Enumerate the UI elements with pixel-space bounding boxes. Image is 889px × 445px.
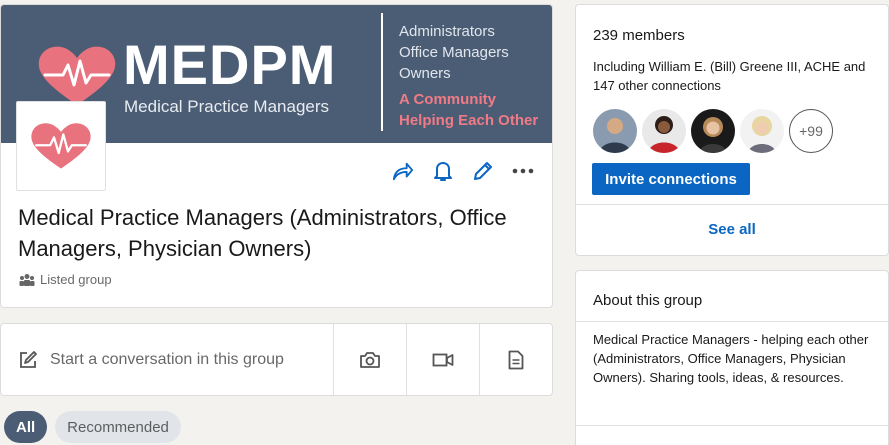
members-card: 239 members Including William E. (Bill) … bbox=[575, 4, 889, 256]
more-options-button[interactable] bbox=[512, 160, 534, 182]
group-type-label: Listed group bbox=[40, 272, 112, 287]
divider bbox=[576, 321, 888, 322]
people-icon bbox=[19, 273, 35, 286]
member-avatars: +99 bbox=[593, 109, 833, 153]
member-photo-icon bbox=[593, 109, 637, 153]
document-icon bbox=[508, 350, 524, 369]
about-description: Medical Practice Managers - helping each… bbox=[593, 332, 869, 385]
avatar[interactable] bbox=[642, 109, 686, 153]
members-count: 239 members bbox=[593, 27, 685, 44]
video-icon bbox=[432, 353, 454, 366]
filter-recommended-pill[interactable]: Recommended bbox=[55, 411, 181, 443]
group-type: Listed group bbox=[19, 272, 112, 287]
banner-role: Owners bbox=[399, 65, 451, 82]
about-title: About this group bbox=[593, 292, 703, 309]
conversation-card: Start a conversation in this group bbox=[0, 323, 553, 396]
avatar[interactable] bbox=[740, 109, 784, 153]
avatar[interactable] bbox=[691, 109, 735, 153]
see-all-members-link[interactable]: See all bbox=[576, 221, 888, 238]
member-photo-icon bbox=[642, 109, 686, 153]
banner-tagline-line: Helping Each Other bbox=[399, 112, 539, 129]
avatar[interactable] bbox=[593, 109, 637, 153]
group-logo bbox=[16, 101, 106, 191]
divider bbox=[576, 425, 888, 426]
add-document-button[interactable] bbox=[479, 324, 552, 395]
notifications-button[interactable] bbox=[432, 160, 454, 182]
about-card: About this group Medical Practice Manage… bbox=[575, 270, 889, 445]
banner-roles: Administrators Office Managers Owners bbox=[399, 21, 509, 84]
add-video-button[interactable] bbox=[406, 324, 479, 395]
group-name: Medical Practice Managers (Administrator… bbox=[18, 205, 507, 261]
banner-tagline-line: A Community bbox=[399, 91, 496, 108]
member-photo-icon bbox=[691, 109, 735, 153]
add-photo-button[interactable] bbox=[333, 324, 406, 395]
group-actions bbox=[392, 160, 534, 182]
edit-group-button[interactable] bbox=[472, 160, 494, 182]
feed-filters: All Recommended bbox=[4, 411, 181, 443]
compose-icon bbox=[20, 350, 37, 368]
group-header-card: MEDPM Medical Practice Managers Administ… bbox=[0, 4, 553, 308]
banner-subtitle: Medical Practice Managers bbox=[124, 97, 330, 116]
start-conversation-button[interactable]: Start a conversation in this group bbox=[1, 324, 333, 395]
banner-divider bbox=[381, 13, 383, 131]
start-conversation-label: Start a conversation in this group bbox=[50, 350, 284, 368]
divider bbox=[576, 204, 888, 205]
more-members-badge[interactable]: +99 bbox=[789, 109, 833, 153]
heart-logo-icon bbox=[31, 123, 91, 169]
member-photo-icon bbox=[740, 109, 784, 153]
heart-logo-icon bbox=[38, 46, 116, 105]
banner-tagline: A Community Helping Each Other bbox=[399, 89, 538, 131]
bell-icon bbox=[434, 162, 452, 181]
members-connections-text: Including William E. (Bill) Greene III, … bbox=[593, 59, 866, 93]
camera-icon bbox=[360, 351, 380, 368]
share-button[interactable] bbox=[392, 160, 414, 182]
pencil-icon bbox=[474, 162, 492, 180]
more-icon bbox=[512, 168, 534, 174]
banner-role: Office Managers bbox=[399, 44, 509, 61]
share-icon bbox=[392, 162, 414, 181]
banner-title: MEDPM bbox=[123, 33, 337, 96]
banner-role: Administrators bbox=[399, 23, 495, 40]
filter-all-pill[interactable]: All bbox=[4, 411, 48, 443]
invite-connections-button[interactable]: Invite connections bbox=[592, 163, 750, 195]
